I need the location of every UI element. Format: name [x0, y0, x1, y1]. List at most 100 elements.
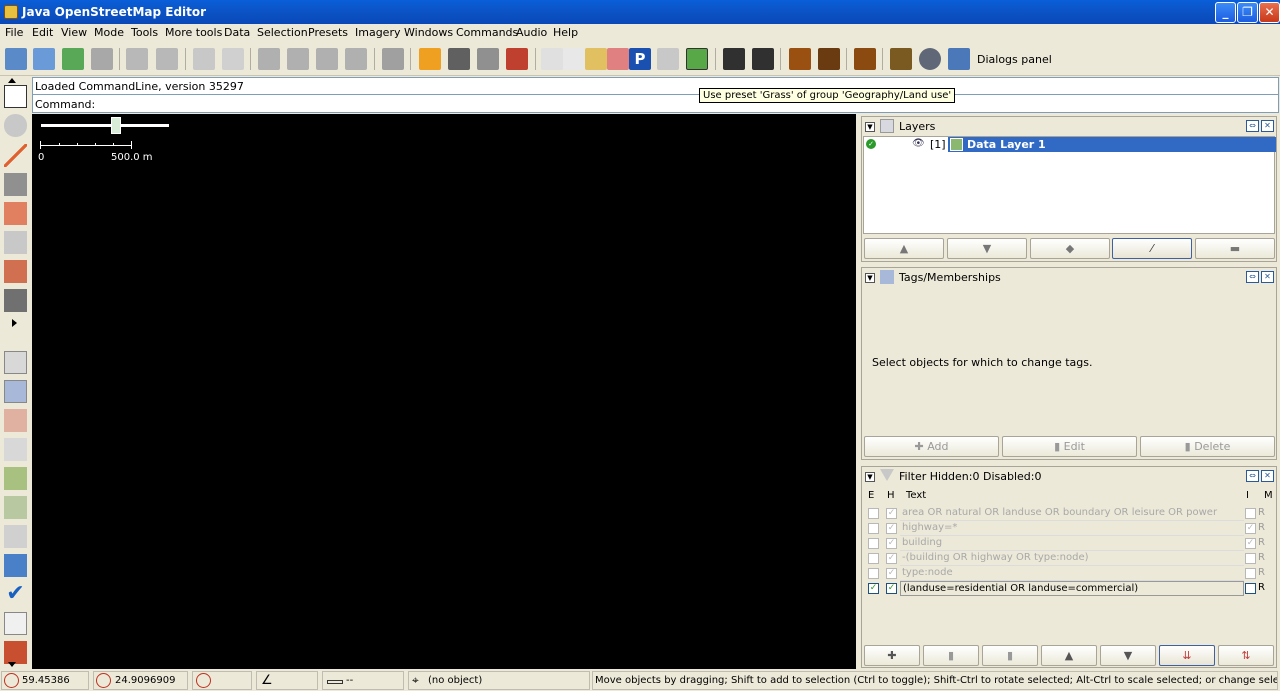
edit-tag-button[interactable]: ▮ Edit — [1002, 436, 1137, 457]
car-icon[interactable] — [723, 48, 745, 70]
filter-row[interactable]: ✓ -(building OR highway OR type:node) R — [864, 551, 1276, 566]
minimize-button[interactable]: _ — [1215, 2, 1236, 23]
open-file-icon[interactable] — [5, 48, 27, 70]
filter-row[interactable]: ✓ highway=* ✓ R — [864, 521, 1276, 536]
command-input[interactable]: Command: — [35, 98, 95, 111]
menu-data[interactable]: Data — [224, 26, 250, 39]
menu-presets[interactable]: Presets — [308, 26, 348, 39]
enabled-checkbox[interactable] — [868, 523, 879, 534]
enabled-checkbox[interactable] — [868, 553, 879, 564]
scroll-up-icon[interactable] — [8, 77, 16, 83]
extrude-mode-icon[interactable] — [4, 231, 27, 254]
validation-check-icon[interactable]: ✔ — [4, 583, 27, 606]
col-mode[interactable]: M — [1264, 490, 1273, 501]
inverted-checkbox[interactable] — [1245, 553, 1256, 564]
reverse-way-icon[interactable] — [316, 48, 338, 70]
menu-edit[interactable]: Edit — [32, 26, 53, 39]
building-preset-icon[interactable] — [657, 48, 679, 70]
menu-help[interactable]: Help — [553, 26, 578, 39]
wall-preset-icon[interactable] — [506, 48, 528, 70]
combine-way-icon[interactable] — [287, 48, 309, 70]
download-icon[interactable] — [62, 48, 84, 70]
filter-text[interactable]: highway=* — [900, 521, 1244, 536]
active-layer-icon[interactable]: ✓ — [866, 139, 876, 149]
building-tool-icon[interactable] — [4, 289, 27, 312]
hidden-checkbox[interactable]: ✓ — [886, 538, 897, 549]
inverted-checkbox[interactable]: ✓ — [1245, 538, 1256, 549]
close-panel-icon[interactable]: ✕ — [1261, 271, 1274, 283]
filter-row[interactable]: ✓ type:node R — [864, 566, 1276, 581]
menu-view[interactable]: View — [61, 26, 87, 39]
preset-grid-icon[interactable] — [382, 48, 404, 70]
layer-visibility-button[interactable]: ⁄ — [1112, 238, 1192, 259]
menu-commands[interactable]: Commands — [456, 26, 518, 39]
path-preset-icon[interactable] — [585, 48, 607, 70]
industrial-icon[interactable] — [890, 48, 912, 70]
upload-icon[interactable] — [91, 48, 113, 70]
close-panel-icon[interactable]: ✕ — [1261, 470, 1274, 482]
filter-text[interactable]: -(building OR highway OR type:node) — [900, 551, 1244, 566]
warning-icon[interactable] — [789, 48, 811, 70]
improve-way-icon[interactable] — [4, 202, 27, 225]
menu-tools[interactable]: Tools — [131, 26, 158, 39]
zoom-slider-thumb[interactable] — [111, 117, 121, 134]
collapse-icon[interactable]: ▼ — [865, 122, 875, 132]
close-button[interactable]: ✕ — [1259, 2, 1280, 23]
dialogs-panel-label[interactable]: Dialogs panel — [977, 53, 1052, 66]
add-filter-button[interactable]: ✚ — [864, 645, 920, 666]
filter-row[interactable]: ✓ building ✓ R — [864, 536, 1276, 551]
enabled-checkbox[interactable] — [868, 538, 879, 549]
align-line-icon[interactable] — [345, 48, 367, 70]
filter-text[interactable]: area OR natural OR landuse OR boundary O… — [900, 506, 1244, 521]
menu-mode[interactable]: Mode — [94, 26, 124, 39]
select-mode-icon[interactable] — [4, 85, 27, 108]
changeset-dialog-icon[interactable] — [4, 554, 27, 577]
merge-layer-button[interactable]: ◆ — [1030, 238, 1110, 259]
layers-dialog-icon[interactable] — [4, 351, 27, 374]
reverse-filter-button[interactable]: ⇅ — [1218, 645, 1274, 666]
layer-row[interactable]: ✓ 👁 [1] Data Layer 1 — [864, 137, 1276, 153]
hidden-checkbox[interactable]: ✓ — [886, 568, 897, 579]
col-inverted[interactable]: I — [1246, 490, 1249, 501]
add-tag-button[interactable]: ✚ Add — [864, 436, 999, 457]
info-icon[interactable] — [222, 48, 244, 70]
filter-dialog-icon[interactable] — [4, 612, 27, 635]
dock-icon[interactable]: ⇔ — [1246, 470, 1259, 482]
selection-list-icon[interactable] — [4, 438, 27, 461]
expand-tools-icon[interactable] — [12, 319, 17, 327]
sort-filter-button[interactable]: ⇊ — [1159, 645, 1215, 666]
history-dialog-icon[interactable] — [4, 467, 27, 490]
conflict-dialog-icon[interactable] — [4, 525, 27, 548]
inverted-checkbox[interactable] — [1245, 508, 1256, 519]
enabled-checkbox[interactable] — [868, 568, 879, 579]
delete-mode-icon[interactable] — [4, 173, 27, 196]
delete-filter-button[interactable]: ▮ — [982, 645, 1038, 666]
scroll-down-icon[interactable] — [8, 662, 16, 667]
bus-icon[interactable] — [752, 48, 774, 70]
layer-name-cell[interactable]: Data Layer 1 — [948, 137, 1276, 152]
road-preset-icon[interactable] — [448, 48, 470, 70]
parallel-way-icon[interactable] — [4, 260, 27, 283]
map-view[interactable]: 0 500.0 m — [32, 114, 856, 669]
menu-more-tools[interactable]: More tools — [165, 26, 222, 39]
filter-text[interactable]: (landuse=residential OR landuse=commerci… — [900, 581, 1244, 596]
hidden-checkbox[interactable]: ✓ — [886, 508, 897, 519]
menu-windows[interactable]: Windows — [404, 26, 453, 39]
dock-icon[interactable]: ⇔ — [1246, 271, 1259, 283]
hidden-checkbox[interactable]: ✓ — [886, 523, 897, 534]
menu-imagery[interactable]: Imagery — [355, 26, 400, 39]
grass-preset-icon[interactable] — [686, 48, 708, 70]
maximize-button[interactable]: ❐ — [1237, 2, 1258, 23]
notes-dialog-icon[interactable] — [4, 641, 27, 664]
split-way-icon[interactable] — [258, 48, 280, 70]
traffic-signal-icon[interactable] — [477, 48, 499, 70]
preferences-icon[interactable] — [193, 48, 215, 70]
filter-row[interactable]: ✓ ✓ (landuse=residential OR landuse=comm… — [864, 581, 1276, 596]
parking-icon[interactable]: P — [629, 48, 651, 70]
menu-selection[interactable]: Selection — [257, 26, 308, 39]
restaurant-icon[interactable] — [818, 48, 840, 70]
inverted-checkbox[interactable] — [1245, 583, 1256, 594]
motorway-preset-icon[interactable] — [419, 48, 441, 70]
mapnik-sphere-icon[interactable] — [919, 48, 941, 70]
inverted-checkbox[interactable]: ✓ — [1245, 523, 1256, 534]
